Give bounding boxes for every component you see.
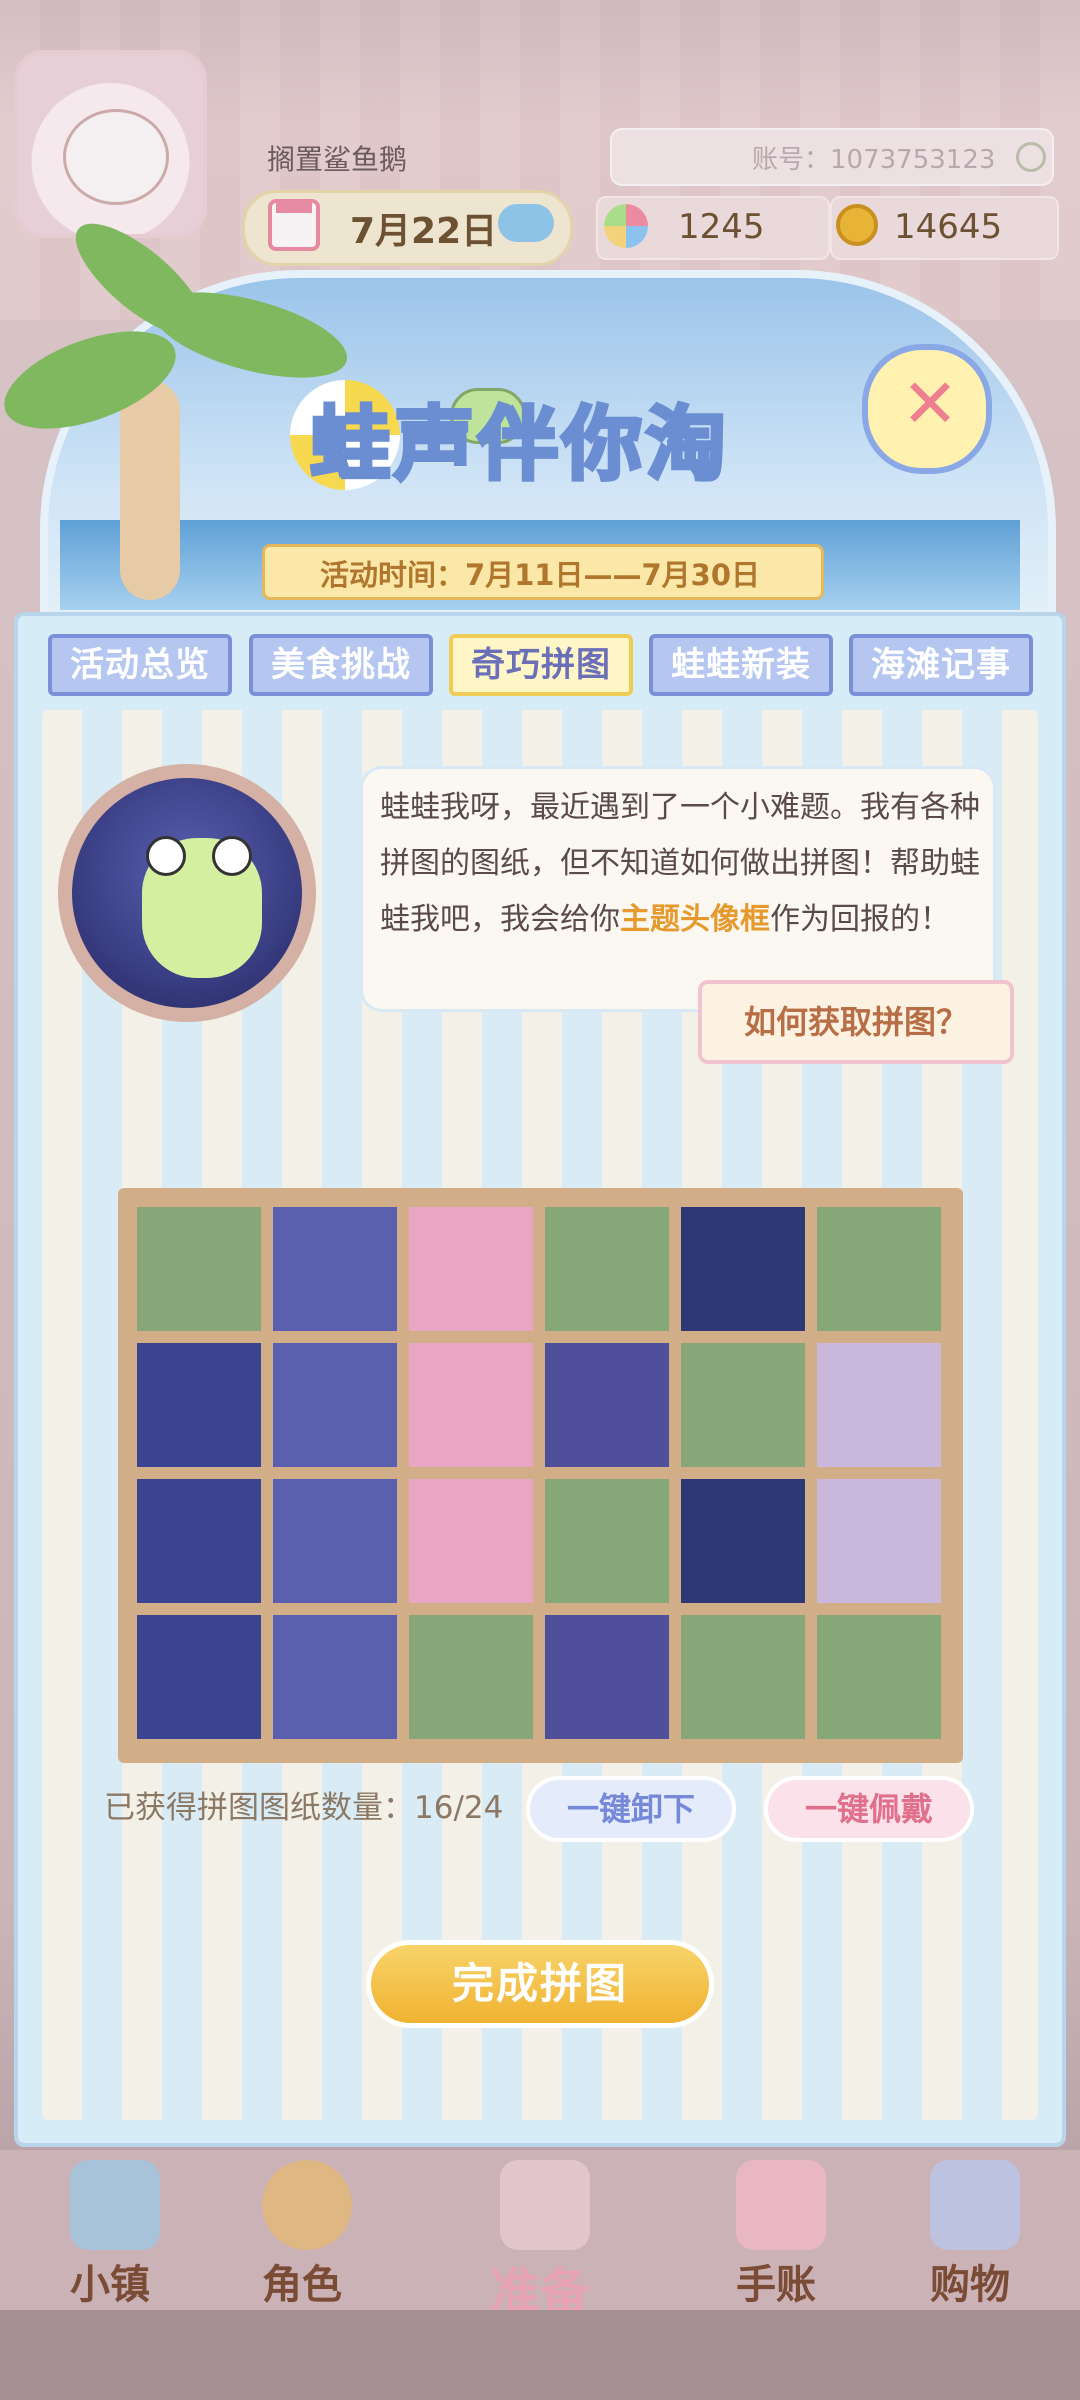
username: 搁置鲨鱼鹅 — [267, 143, 408, 176]
puzzle-piece[interactable] — [406, 1340, 536, 1470]
coins-count: 14645 — [894, 207, 1003, 247]
event-title: 蛙声伴你淘 — [308, 396, 730, 493]
puzzle-piece[interactable] — [542, 1340, 672, 1470]
complete-puzzle-button[interactable]: 完成拼图 — [366, 1940, 714, 2028]
puzzle-slot-empty[interactable] — [814, 1204, 944, 1334]
bottom-strip — [0, 2310, 1080, 2400]
weather-cloud-icon — [498, 204, 554, 242]
nav-prepare[interactable]: 准备 — [460, 2150, 620, 2321]
player-avatar[interactable] — [14, 50, 207, 238]
puzzle-piece[interactable] — [270, 1612, 400, 1742]
puzzle-piece[interactable] — [678, 1476, 808, 1606]
puzzle-slot-empty[interactable] — [678, 1340, 808, 1470]
avatar-portrait — [63, 109, 169, 205]
event-period: 活动时间：7月11日——7月30日 — [319, 558, 761, 592]
puzzle-piece[interactable] — [134, 1476, 264, 1606]
unequip-all-button[interactable]: 一键卸下 — [526, 1776, 736, 1842]
gems-count: 1245 — [678, 207, 765, 247]
puzzle-piece[interactable] — [270, 1204, 400, 1334]
puzzle-board — [118, 1188, 963, 1763]
tab-overview[interactable]: 活动总览 — [48, 634, 232, 696]
coin-icon — [836, 204, 878, 246]
puzzle-piece[interactable] — [270, 1340, 400, 1470]
nav-shopping[interactable]: 购物 — [890, 2150, 1050, 2310]
character-icon — [262, 2160, 352, 2250]
puzzle-slot-empty[interactable] — [542, 1476, 672, 1606]
journal-icon — [736, 2160, 826, 2250]
palm-trunk — [120, 380, 180, 600]
nav-label: 小镇 — [70, 2262, 150, 2308]
puzzle-slot-empty[interactable] — [406, 1612, 536, 1742]
prepare-icon — [500, 2160, 590, 2250]
tab-food-challenge[interactable]: 美食挑战 — [249, 634, 433, 696]
puzzle-piece[interactable] — [814, 1340, 944, 1470]
puzzle-piece[interactable] — [542, 1612, 672, 1742]
puzzle-slot-empty[interactable] — [542, 1204, 672, 1334]
tab-beach-diary[interactable]: 海滩记事 — [849, 634, 1033, 696]
tab-puzzle[interactable]: 奇巧拼图 — [449, 634, 633, 696]
dialog-highlight: 主题头像框 — [620, 902, 770, 937]
map-icon — [70, 2160, 160, 2250]
puzzle-piece[interactable] — [134, 1612, 264, 1742]
nav-town[interactable]: 小镇 — [30, 2150, 190, 2310]
nav-character[interactable]: 角色 — [222, 2150, 382, 2310]
puzzle-piece[interactable] — [814, 1476, 944, 1606]
copy-icon[interactable] — [1016, 142, 1046, 172]
puzzle-slot-empty[interactable] — [134, 1204, 264, 1334]
frog-eye — [146, 836, 186, 876]
puzzle-slot-empty[interactable] — [814, 1612, 944, 1742]
gem-icon — [604, 204, 648, 248]
puzzle-slot-empty[interactable] — [678, 1612, 808, 1742]
nav-journal[interactable]: 手账 — [696, 2150, 856, 2310]
puzzle-piece[interactable] — [406, 1204, 536, 1334]
nav-label: 手账 — [736, 2262, 816, 2308]
close-icon[interactable]: ✕ — [900, 365, 960, 445]
how-to-get-puzzle-button[interactable]: 如何获取拼图？ — [698, 980, 1014, 1064]
shopping-bag-icon — [930, 2160, 1020, 2250]
tab-frog-outfit[interactable]: 蛙蛙新装 — [649, 634, 833, 696]
npc-dialog: 蛙蛙我呀，最近遇到了一个小难题。我有各种拼图的图纸，但不知道如何做出拼图！帮助蛙… — [380, 780, 980, 948]
frog-npc-avatar — [58, 764, 316, 1022]
puzzle-piece[interactable] — [134, 1340, 264, 1470]
dialog-text-end: 作为回报的！ — [770, 902, 950, 937]
nav-label: 角色 — [262, 2262, 342, 2308]
equip-all-button[interactable]: 一键佩戴 — [764, 1776, 974, 1842]
puzzle-piece[interactable] — [678, 1204, 808, 1334]
puzzle-piece[interactable] — [270, 1476, 400, 1606]
account-id: 账号：1073753123 — [752, 145, 996, 175]
current-date: 7月22日 — [350, 211, 498, 252]
puzzle-piece-count: 已获得拼图图纸数量：16/24 — [104, 1790, 504, 1826]
calendar-icon — [268, 199, 320, 251]
nav-label: 购物 — [930, 2262, 1010, 2308]
puzzle-piece[interactable] — [406, 1476, 536, 1606]
frog-eye — [212, 836, 252, 876]
